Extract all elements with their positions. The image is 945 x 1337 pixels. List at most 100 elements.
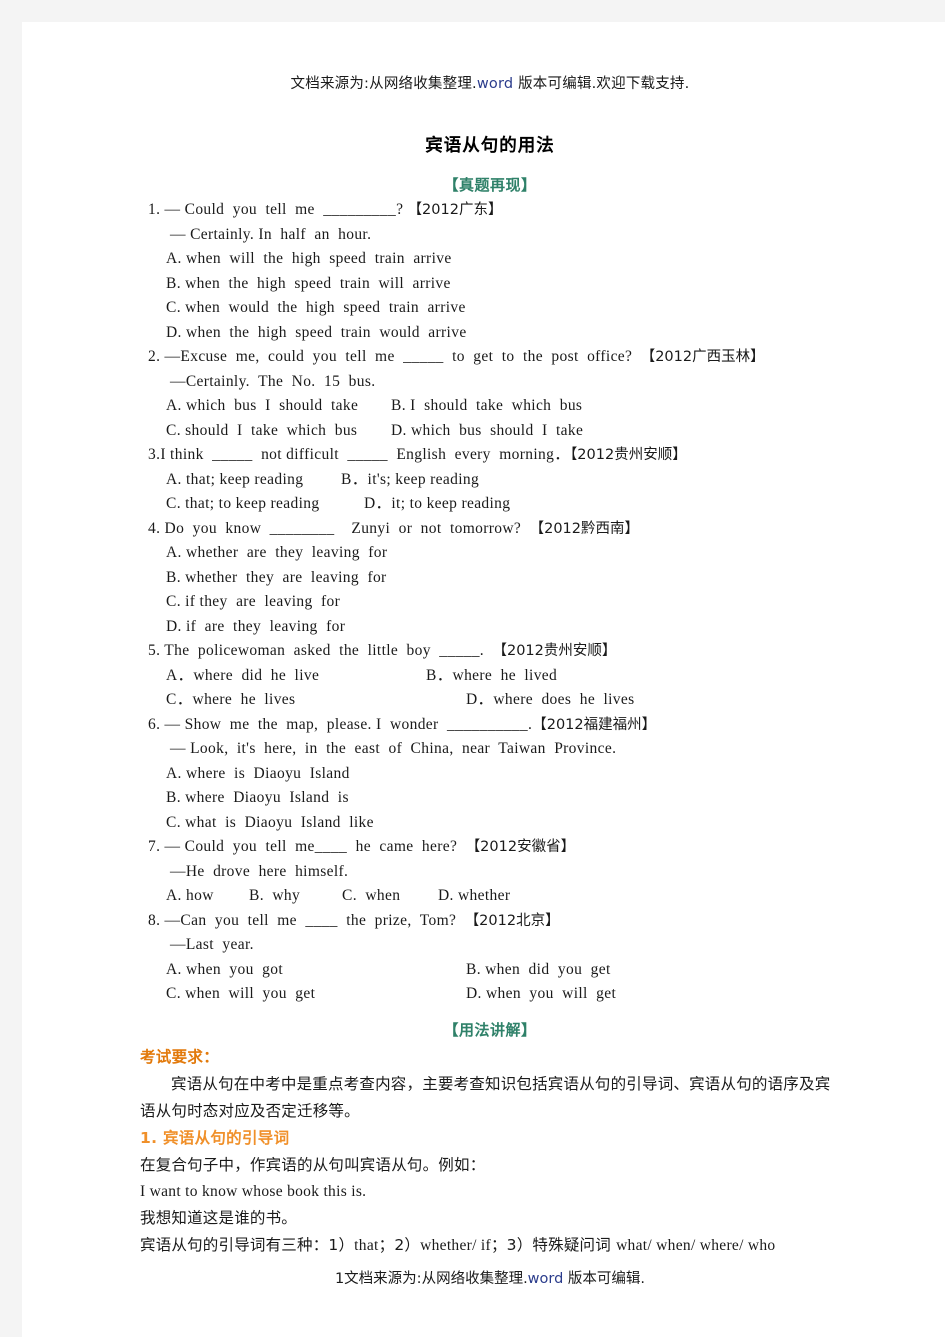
option-c[interactable]: C. when will you get [166, 982, 466, 1007]
option-a[interactable]: A. how [166, 884, 249, 909]
option-d[interactable]: D．it; to keep reading [364, 492, 510, 517]
question-source: 【2012广西玉林】 [640, 349, 765, 365]
header-note-suffix: 版本可编辑.欢迎下载支持. [513, 76, 690, 92]
footer-word: word [527, 1271, 564, 1287]
option-b[interactable]: B．it's; keep reading [341, 468, 479, 493]
question-stem-text: 2. —Excuse me, could you tell me _____ t… [148, 348, 641, 365]
option-row: C. that; to keep reading D．it; to keep re… [140, 492, 840, 517]
question-stem: 2. —Excuse me, could you tell me _____ t… [148, 345, 840, 370]
option-c[interactable]: C. when [342, 884, 438, 909]
option-d[interactable]: D. whether [438, 884, 510, 909]
usage-explanation-section: 【用法讲解】 考试要求： 宾语从句在中考中是重点考查内容，主要考查知识包括宾语从… [140, 1019, 840, 1259]
intro-words-that: that [354, 1237, 379, 1254]
option-b[interactable]: B. why [249, 884, 342, 909]
option-a[interactable]: A. whether are they leaving for [140, 541, 840, 566]
option-b[interactable]: B. whether they are leaving for [140, 566, 840, 591]
intro-words-part-3: ；3）特殊疑问词 [490, 1236, 617, 1254]
intro-words-part-2: ；2） [378, 1236, 421, 1254]
question-source: 【2012广东】 [407, 202, 503, 218]
question-reply: — Look, it's here, in the east of China,… [170, 740, 617, 757]
section-heading-usage-explanation: 【用法讲解】 [443, 1021, 537, 1039]
option-c[interactable]: C. what is Diaoyu Island like [140, 811, 840, 836]
option-b[interactable]: B．where he lived [426, 664, 557, 689]
option-c[interactable]: C. if they are leaving for [140, 590, 840, 615]
option-d[interactable]: D. if are they leaving for [140, 615, 840, 640]
point-1-definition: 在复合句子中，作宾语的从句叫宾语从句。例如： [140, 1156, 486, 1174]
question-source: 【2012安徽省】 [465, 839, 576, 855]
question-stem-text: 6. — Show me the map, please. I wonder _… [148, 715, 533, 733]
option-row: A. how B. why C. when D. whether [140, 884, 840, 909]
question-stem-text: 4. Do you know ________ Zunyi or not tom… [148, 519, 530, 537]
option-a[interactable]: A. that; keep reading [166, 468, 341, 493]
question-item: 1. — Could you tell me _________? 【2012广… [140, 198, 840, 345]
option-a[interactable]: A. where is Diaoyu Island [140, 762, 840, 787]
header-note-prefix: 文档来源为:从网络收集整理. [290, 76, 477, 92]
intro-words-wh-words: what/ when/ where/ who [616, 1237, 776, 1254]
question-stem: 6. — Show me the map, please. I wonder _… [148, 713, 840, 738]
option-b[interactable]: B. I should take which bus [391, 394, 582, 419]
question-item: 3.I think _____ not difficult _____ Engl… [140, 443, 840, 517]
question-source: 【2012福建福州】 [532, 716, 657, 733]
question-item: 8. —Can you tell me ____ the prize, Tom?… [140, 909, 840, 1007]
option-d[interactable]: D. when the high speed train would arriv… [140, 321, 840, 346]
document-header-note: 文档来源为:从网络收集整理.word 版本可编辑.欢迎下载支持. [140, 72, 840, 93]
option-b[interactable]: B. when did you get [466, 958, 611, 983]
option-a[interactable]: A. when will the high speed train arrive [140, 247, 840, 272]
question-stem-text: 1. — Could you tell me _________? [148, 201, 408, 218]
option-row: C. when will you get D. when you will get [140, 982, 840, 1007]
option-row: C. should I take which bus D. which bus s… [140, 419, 840, 444]
document-footer-note: 1文档来源为:从网络收集整理.word 版本可编辑. [140, 1267, 840, 1288]
point-1-introductory-words: 宾语从句的引导词有三种：1）that；2）whether/ if；3）特殊疑问词… [140, 1232, 840, 1259]
option-d[interactable]: D. when you will get [466, 982, 616, 1007]
page-title: 宾语从句的用法 [425, 136, 555, 156]
question-item: 7. — Could you tell me____ he came here?… [140, 835, 840, 909]
option-a[interactable]: A. which bus I should take [166, 394, 391, 419]
question-source: 【2012贵州安顺】 [492, 643, 617, 659]
point-1-heading: 1. 宾语从句的引导词 [140, 1129, 290, 1147]
question-item: 2. —Excuse me, could you tell me _____ t… [140, 345, 840, 443]
question-stem: 8. —Can you tell me ____ the prize, Tom?… [148, 909, 840, 934]
option-c[interactable]: C. that; to keep reading [166, 492, 364, 517]
question-reply: —Last year. [170, 936, 254, 953]
question-stem-text: 5. The policewoman asked the little boy … [148, 642, 493, 659]
question-reply: —Certainly. The No. 15 bus. [170, 372, 376, 390]
question-stem-text: 8. —Can you tell me ____ the prize, Tom? [148, 911, 465, 929]
question-source: 【2012贵州安顺】 [570, 447, 687, 463]
question-stem: 5. The policewoman asked the little boy … [148, 639, 840, 664]
exam-requirement-heading: 考试要求： [140, 1048, 220, 1066]
question-reply: —He drove here himself. [170, 862, 349, 880]
option-b[interactable]: B. where Diaoyu Island is [140, 786, 840, 811]
point-1-example-english: I want to know whose book this is. [140, 1183, 367, 1200]
option-a[interactable]: A. when you got [166, 958, 466, 983]
option-a[interactable]: A．where did he live [166, 664, 426, 689]
intro-words-whether-if: whether/ if [420, 1237, 491, 1254]
option-row: A．where did he live B．where he lived [140, 664, 840, 689]
option-row: A. when you got B. when did you get [140, 958, 840, 983]
option-d[interactable]: D．where does he lives [466, 688, 635, 713]
option-b[interactable]: B. when the high speed train will arrive [140, 272, 840, 297]
question-source: 【2012黔西南】 [529, 520, 639, 537]
questions-list: 1. — Could you tell me _________? 【2012广… [140, 198, 840, 1007]
footer-suffix: 版本可编辑. [563, 1271, 646, 1287]
question-stem: 4. Do you know ________ Zunyi or not tom… [148, 517, 840, 542]
question-stem-text: 7. — Could you tell me____ he came here? [148, 838, 466, 855]
question-stem: 3.I think _____ not difficult _____ Engl… [148, 443, 840, 468]
intro-words-part-1: 宾语从句的引导词有三种：1） [140, 1236, 355, 1254]
question-stem: 7. — Could you tell me____ he came here?… [148, 835, 840, 860]
question-stem-text: 3.I think _____ not difficult _____ Engl… [148, 446, 571, 463]
point-1-example-chinese: 我想知道这是谁的书。 [140, 1209, 298, 1227]
option-row: A. that; keep reading B．it's; keep readin… [140, 468, 840, 493]
header-note-word: word [476, 76, 514, 92]
document-page: 文档来源为:从网络收集整理.word 版本可编辑.欢迎下载支持. 宾语从句的用法… [22, 22, 945, 1337]
option-c[interactable]: C．where he lives [166, 688, 466, 713]
question-stem: 1. — Could you tell me _________? 【2012广… [148, 198, 840, 223]
question-item: 5. The policewoman asked the little boy … [140, 639, 840, 713]
section-heading-exam-questions: 【真题再现】 [443, 176, 537, 194]
option-c[interactable]: C. should I take which bus [166, 419, 391, 444]
option-d[interactable]: D. which bus should I take [391, 419, 583, 444]
question-reply: — Certainly. In half an hour. [170, 225, 372, 243]
option-c[interactable]: C. when would the high speed train arriv… [140, 296, 840, 321]
question-item: 4. Do you know ________ Zunyi or not tom… [140, 517, 840, 640]
question-item: 6. — Show me the map, please. I wonder _… [140, 713, 840, 836]
option-row: C．where he lives D．where does he lives [140, 688, 840, 713]
